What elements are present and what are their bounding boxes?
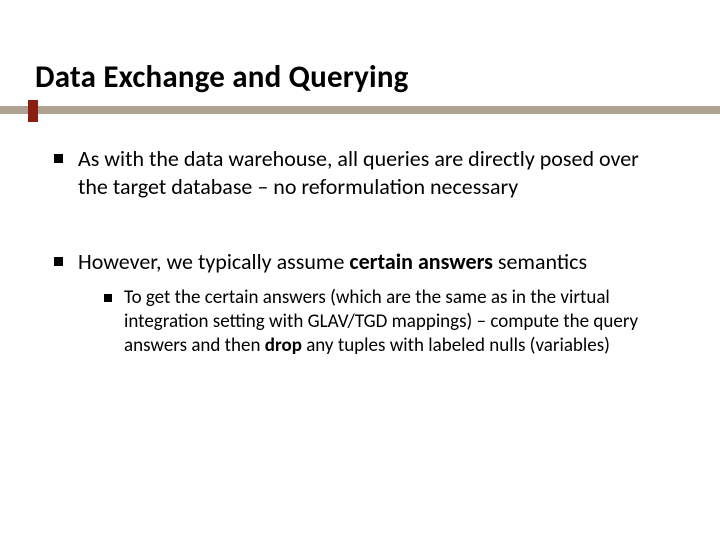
bullet-text-pre: However, we typically assume: [78, 248, 349, 275]
bullet-item: As with the data warehouse, all queries …: [50, 145, 670, 200]
rule-grey-bar: [0, 106, 720, 114]
slide: Data Exchange and Querying As with the d…: [0, 0, 720, 540]
rule-accent-block: [28, 100, 38, 122]
sub-bullet-list: To get the certain answers (which are th…: [78, 286, 670, 359]
bullet-text-bold: certain answers: [349, 248, 493, 275]
bullet-list: As with the data warehouse, all queries …: [50, 145, 670, 358]
title-rule: [0, 106, 720, 114]
sub-bullet-text-post: any tuples with labeled nulls (variables…: [302, 334, 610, 357]
sub-bullet-text-bold: drop: [265, 334, 302, 357]
sub-bullet-item: To get the certain answers (which are th…: [102, 286, 670, 359]
bullet-text: As with the data warehouse, all queries …: [78, 145, 639, 200]
slide-title: Data Exchange and Querying: [35, 58, 409, 96]
bullet-item: However, we typically assume certain ans…: [50, 248, 670, 358]
bullet-text-post: semantics: [493, 248, 587, 275]
content-area: As with the data warehouse, all queries …: [50, 145, 670, 406]
